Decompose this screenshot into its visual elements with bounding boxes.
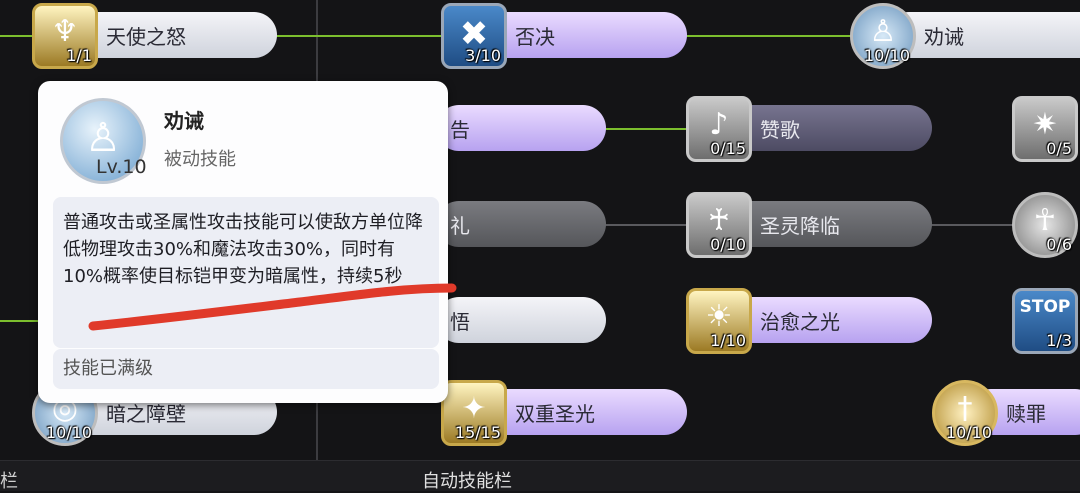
skill-node-hymn[interactable]: 赞歌 ♪ 0/15 — [686, 96, 932, 162]
winged-spirit-icon: ♰ 0/10 — [686, 192, 752, 258]
hymn-note-icon: ♪ 0/15 — [686, 96, 752, 162]
skill-level: 10/10 — [45, 423, 92, 442]
halo-figure-icon: ☥ 0/6 — [1012, 192, 1078, 258]
skill-name: 否决 — [515, 24, 555, 49]
holy-burst-icon: ✷ 0/5 — [1012, 96, 1078, 162]
skill-node-double-holy[interactable]: 双重圣光 ✦ 15/15 — [441, 380, 687, 446]
skill-name-pill: 天使之怒 — [68, 12, 277, 58]
skill-node-admonish[interactable]: 劝诫 ♙ 10/10 — [850, 3, 1080, 69]
link-line — [684, 35, 854, 37]
healing-light-icon: ☀ 1/10 — [686, 288, 752, 354]
skill-level: 10/10 — [945, 423, 992, 442]
tooltip-description: 普通攻击或圣属性攻击技能可以使敌方单位降低物理攻击30%和魔法攻击30%，同时有… — [53, 197, 439, 348]
link-line — [600, 128, 690, 130]
skill-name-pill: 双重圣光 — [477, 389, 687, 435]
skill-name-pill: 悟 — [436, 297, 606, 343]
skill-name: 告 — [450, 117, 470, 142]
skill-node-healing-light[interactable]: 治愈之光 ☀ 1/10 — [686, 288, 932, 354]
skill-name: 悟 — [450, 309, 470, 334]
skill-name: 赞歌 — [760, 117, 800, 142]
double-sparkle-icon: ✦ 15/15 — [441, 380, 507, 446]
skill-name: 天使之怒 — [106, 24, 186, 49]
skill-name-pill: 圣灵降临 — [722, 201, 932, 247]
skill-node-holy-spirit[interactable]: 圣灵降临 ♰ 0/10 — [686, 192, 932, 258]
skill-node-veto[interactable]: 否决 ✖ 3/10 — [441, 3, 687, 69]
skill-name-pill: 否决 — [477, 12, 687, 58]
skill-name: 赎罪 — [1006, 401, 1046, 426]
link-line — [928, 224, 1018, 226]
skill-level: 0/10 — [710, 235, 746, 254]
skill-level: 1/10 — [710, 331, 746, 350]
skill-tooltip: ♙ Lv.10 劝诫 被动技能 普通攻击或圣属性攻击技能可以使敌方单位降低物理攻… — [38, 81, 448, 403]
skill-name: 礼 — [450, 213, 470, 238]
auto-skill-bar-tab[interactable]: 自动技能栏 — [422, 467, 512, 493]
bottom-bar: 栏 自动技能栏 — [0, 460, 1080, 493]
tooltip-status: 技能已满级 — [53, 349, 439, 389]
skill-level: 1/1 — [66, 46, 92, 65]
stop-sign-icon: STOP 1/3 — [1012, 288, 1078, 354]
skill-node-angel-wrath[interactable]: 天使之怒 ♆ 1/1 — [32, 3, 277, 69]
skill-node-stop[interactable]: STOP 1/3 — [1012, 288, 1080, 354]
link-line — [600, 224, 690, 226]
skill-bar-tab[interactable]: 栏 — [0, 467, 18, 493]
skill-level: 0/6 — [1046, 235, 1072, 254]
atonement-sword-icon: † 10/10 — [932, 380, 998, 446]
angel-wrath-icon: ♆ 1/1 — [32, 3, 98, 69]
skill-name-pill: 告 — [436, 105, 606, 151]
skill-name-pill: 赞歌 — [722, 105, 932, 151]
link-line — [0, 320, 40, 322]
skill-node-atonement[interactable]: 赎罪 † 10/10 — [932, 380, 1080, 446]
skill-level: 0/15 — [710, 139, 746, 158]
skill-level: 1/3 — [1046, 331, 1072, 350]
skill-level: 10/10 — [863, 46, 910, 65]
admonish-kneel-icon: ♙ 10/10 — [850, 3, 916, 69]
link-line — [275, 35, 445, 37]
skill-name: 双重圣光 — [515, 401, 595, 426]
skill-name-pill: 治愈之光 — [722, 297, 932, 343]
skill-name: 治愈之光 — [760, 309, 840, 334]
tooltip-skill-level: Lv.10 — [96, 156, 147, 178]
veto-x-icon: ✖ 3/10 — [441, 3, 507, 69]
skill-name-pill: 礼 — [436, 201, 606, 247]
skill-node-holy-burst[interactable]: ✷ 0/5 — [1012, 96, 1080, 162]
skill-name: 劝诫 — [924, 24, 964, 49]
tooltip-skill-type: 被动技能 — [164, 149, 236, 170]
skill-level: 0/5 — [1046, 139, 1072, 158]
tooltip-skill-name: 劝诫 — [164, 109, 204, 133]
skill-level: 3/10 — [465, 46, 501, 65]
skill-level: 15/15 — [454, 423, 501, 442]
skill-node-halo-figure[interactable]: ☥ 0/6 — [1012, 192, 1080, 258]
skill-name: 圣灵降临 — [760, 213, 840, 238]
